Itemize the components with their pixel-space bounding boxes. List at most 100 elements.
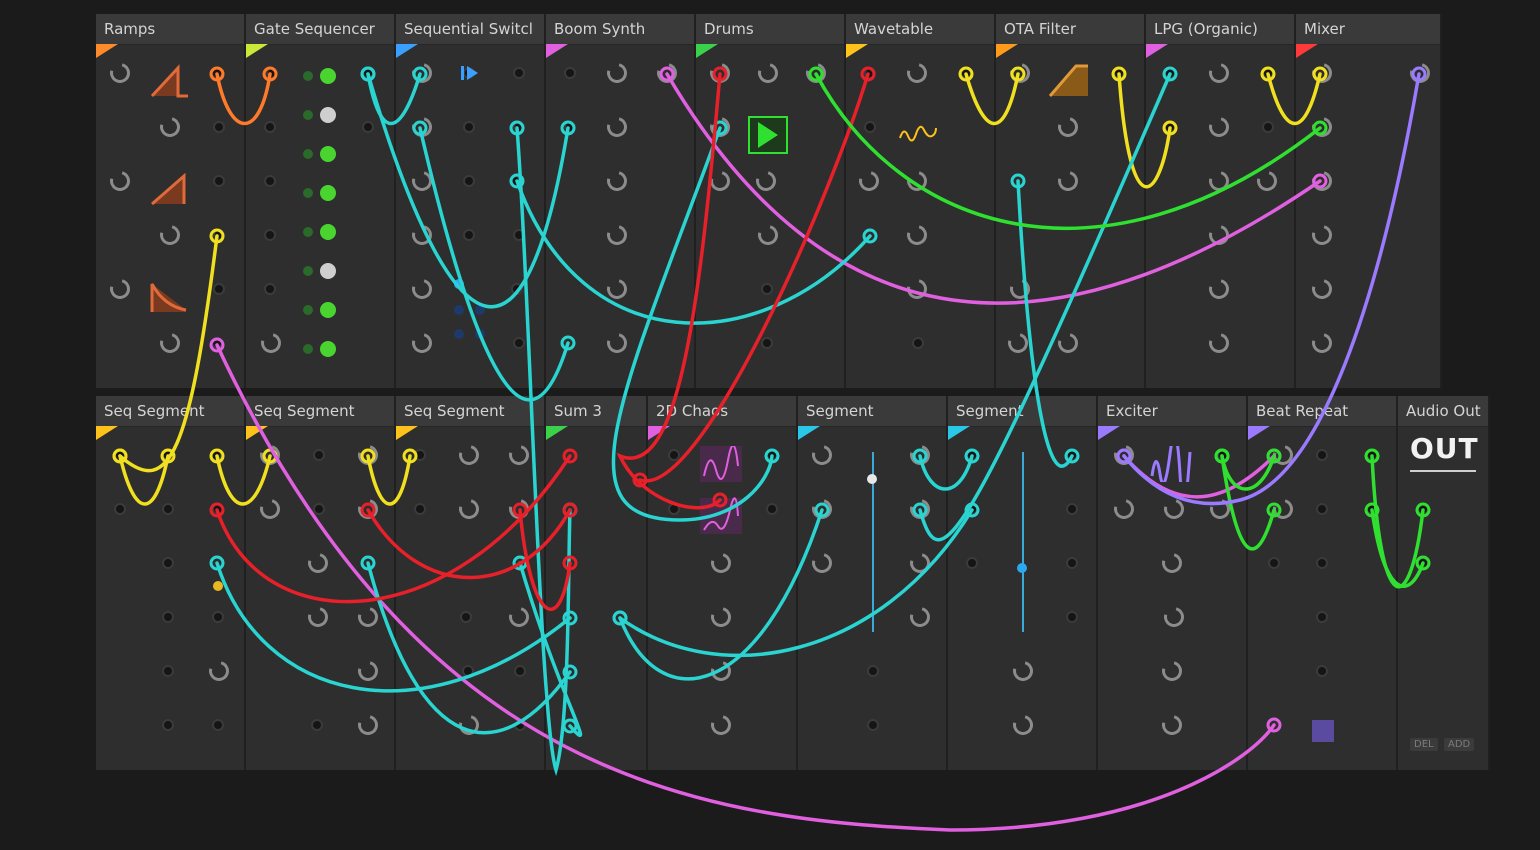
jack-socket[interactable] bbox=[511, 283, 523, 295]
step-led-icon[interactable] bbox=[303, 71, 313, 81]
jack-socket[interactable] bbox=[210, 449, 222, 461]
jack-socket[interactable] bbox=[1066, 503, 1078, 515]
jack-socket[interactable] bbox=[1316, 557, 1328, 569]
jack-socket[interactable] bbox=[514, 719, 526, 731]
jack-socket[interactable] bbox=[514, 665, 526, 677]
jack-socket[interactable] bbox=[463, 229, 475, 241]
jack-socket[interactable] bbox=[462, 665, 474, 677]
jack-socket[interactable] bbox=[912, 337, 924, 349]
jack-socket[interactable] bbox=[1164, 67, 1176, 79]
jack-socket[interactable] bbox=[162, 665, 174, 677]
step-led-icon[interactable] bbox=[303, 188, 313, 198]
step-led-icon[interactable] bbox=[320, 68, 336, 84]
jack-socket[interactable] bbox=[162, 557, 174, 569]
jack-socket[interactable] bbox=[211, 337, 223, 349]
jack-socket[interactable] bbox=[162, 449, 174, 461]
jack-socket[interactable] bbox=[966, 449, 978, 461]
jack-socket[interactable] bbox=[1217, 449, 1229, 461]
step-led-icon[interactable] bbox=[303, 266, 313, 276]
jack-socket[interactable] bbox=[1066, 449, 1078, 461]
jack-socket[interactable] bbox=[264, 121, 276, 133]
step-led-icon[interactable] bbox=[320, 146, 336, 162]
jack-socket[interactable] bbox=[1316, 503, 1328, 515]
jack-socket[interactable] bbox=[162, 719, 174, 731]
jack-socket[interactable] bbox=[162, 611, 174, 623]
drum-trigger-icon[interactable] bbox=[748, 116, 788, 154]
jack-socket[interactable] bbox=[867, 665, 879, 677]
jack-socket[interactable] bbox=[213, 229, 225, 241]
jack-socket[interactable] bbox=[1366, 449, 1378, 461]
jack-socket[interactable] bbox=[960, 67, 972, 79]
step-led-icon[interactable] bbox=[320, 302, 336, 318]
step-led-icon[interactable] bbox=[320, 341, 336, 357]
segment-slider-track[interactable] bbox=[1022, 452, 1024, 632]
jack-socket[interactable] bbox=[212, 503, 224, 515]
jack-socket[interactable] bbox=[564, 121, 576, 133]
jack-socket[interactable] bbox=[213, 121, 225, 133]
jack-socket[interactable] bbox=[211, 67, 223, 79]
jack-socket[interactable] bbox=[1268, 557, 1280, 569]
jack-socket[interactable] bbox=[162, 503, 174, 515]
jack-socket[interactable] bbox=[864, 121, 876, 133]
step-led-icon[interactable] bbox=[320, 224, 336, 240]
jack-socket[interactable] bbox=[212, 719, 224, 731]
jack-socket[interactable] bbox=[213, 283, 225, 295]
segment-slider-thumb[interactable] bbox=[1017, 563, 1027, 573]
jack-socket[interactable] bbox=[867, 719, 879, 731]
jack-socket[interactable] bbox=[212, 611, 224, 623]
jack-socket[interactable] bbox=[761, 337, 773, 349]
step-led-icon[interactable] bbox=[320, 107, 336, 123]
jack-socket[interactable] bbox=[264, 229, 276, 241]
step-led-icon[interactable] bbox=[303, 149, 313, 159]
jack-socket[interactable] bbox=[761, 283, 773, 295]
jack-socket[interactable] bbox=[313, 449, 325, 461]
jack-socket[interactable] bbox=[1417, 503, 1429, 515]
step-led-icon[interactable] bbox=[303, 305, 313, 315]
jack-socket[interactable] bbox=[668, 503, 680, 515]
jack-socket[interactable] bbox=[668, 449, 680, 461]
jack-socket[interactable] bbox=[1316, 665, 1328, 677]
jack-socket[interactable] bbox=[966, 557, 978, 569]
jack-socket[interactable] bbox=[311, 719, 323, 731]
jack-socket[interactable] bbox=[114, 503, 126, 515]
jack-socket[interactable] bbox=[513, 67, 525, 79]
jack-socket[interactable] bbox=[1417, 557, 1429, 569]
jack-socket[interactable] bbox=[864, 67, 876, 79]
del-button[interactable]: DEL bbox=[1410, 738, 1438, 751]
jack-socket[interactable] bbox=[213, 175, 225, 187]
jack-socket[interactable] bbox=[1262, 67, 1274, 79]
jack-socket[interactable] bbox=[1113, 67, 1125, 79]
jack-socket[interactable] bbox=[414, 503, 426, 515]
jack-socket[interactable] bbox=[513, 229, 525, 241]
jack-socket[interactable] bbox=[114, 449, 126, 461]
jack-socket[interactable] bbox=[513, 337, 525, 349]
jack-socket[interactable] bbox=[966, 503, 978, 515]
jack-socket[interactable] bbox=[1066, 611, 1078, 623]
jack-socket[interactable] bbox=[1366, 503, 1378, 515]
jack-socket[interactable] bbox=[1262, 121, 1274, 133]
module-sum-3[interactable]: Sum 3 bbox=[546, 396, 648, 770]
step-led-icon[interactable] bbox=[303, 344, 313, 354]
jack-socket[interactable] bbox=[463, 121, 475, 133]
jack-socket[interactable] bbox=[362, 121, 374, 133]
jack-socket[interactable] bbox=[414, 449, 426, 461]
jack-socket[interactable] bbox=[264, 175, 276, 187]
step-led-icon[interactable] bbox=[303, 110, 313, 120]
jack-socket[interactable] bbox=[1316, 449, 1328, 461]
jack-socket[interactable] bbox=[564, 67, 576, 79]
jack-socket[interactable] bbox=[1316, 611, 1328, 623]
jack-socket[interactable] bbox=[1164, 121, 1176, 133]
segment-slider-thumb[interactable] bbox=[867, 474, 877, 484]
jack-socket[interactable] bbox=[1066, 557, 1078, 569]
jack-socket[interactable] bbox=[509, 175, 521, 187]
add-button[interactable]: ADD bbox=[1444, 738, 1475, 751]
jack-socket[interactable] bbox=[513, 121, 525, 133]
jack-socket[interactable] bbox=[313, 503, 325, 515]
jack-socket[interactable] bbox=[766, 449, 778, 461]
jack-socket[interactable] bbox=[264, 283, 276, 295]
jack-socket[interactable] bbox=[460, 611, 472, 623]
jack-socket[interactable] bbox=[463, 175, 475, 187]
jack-socket[interactable] bbox=[362, 67, 374, 79]
jack-socket[interactable] bbox=[766, 503, 778, 515]
step-led-icon[interactable] bbox=[303, 227, 313, 237]
